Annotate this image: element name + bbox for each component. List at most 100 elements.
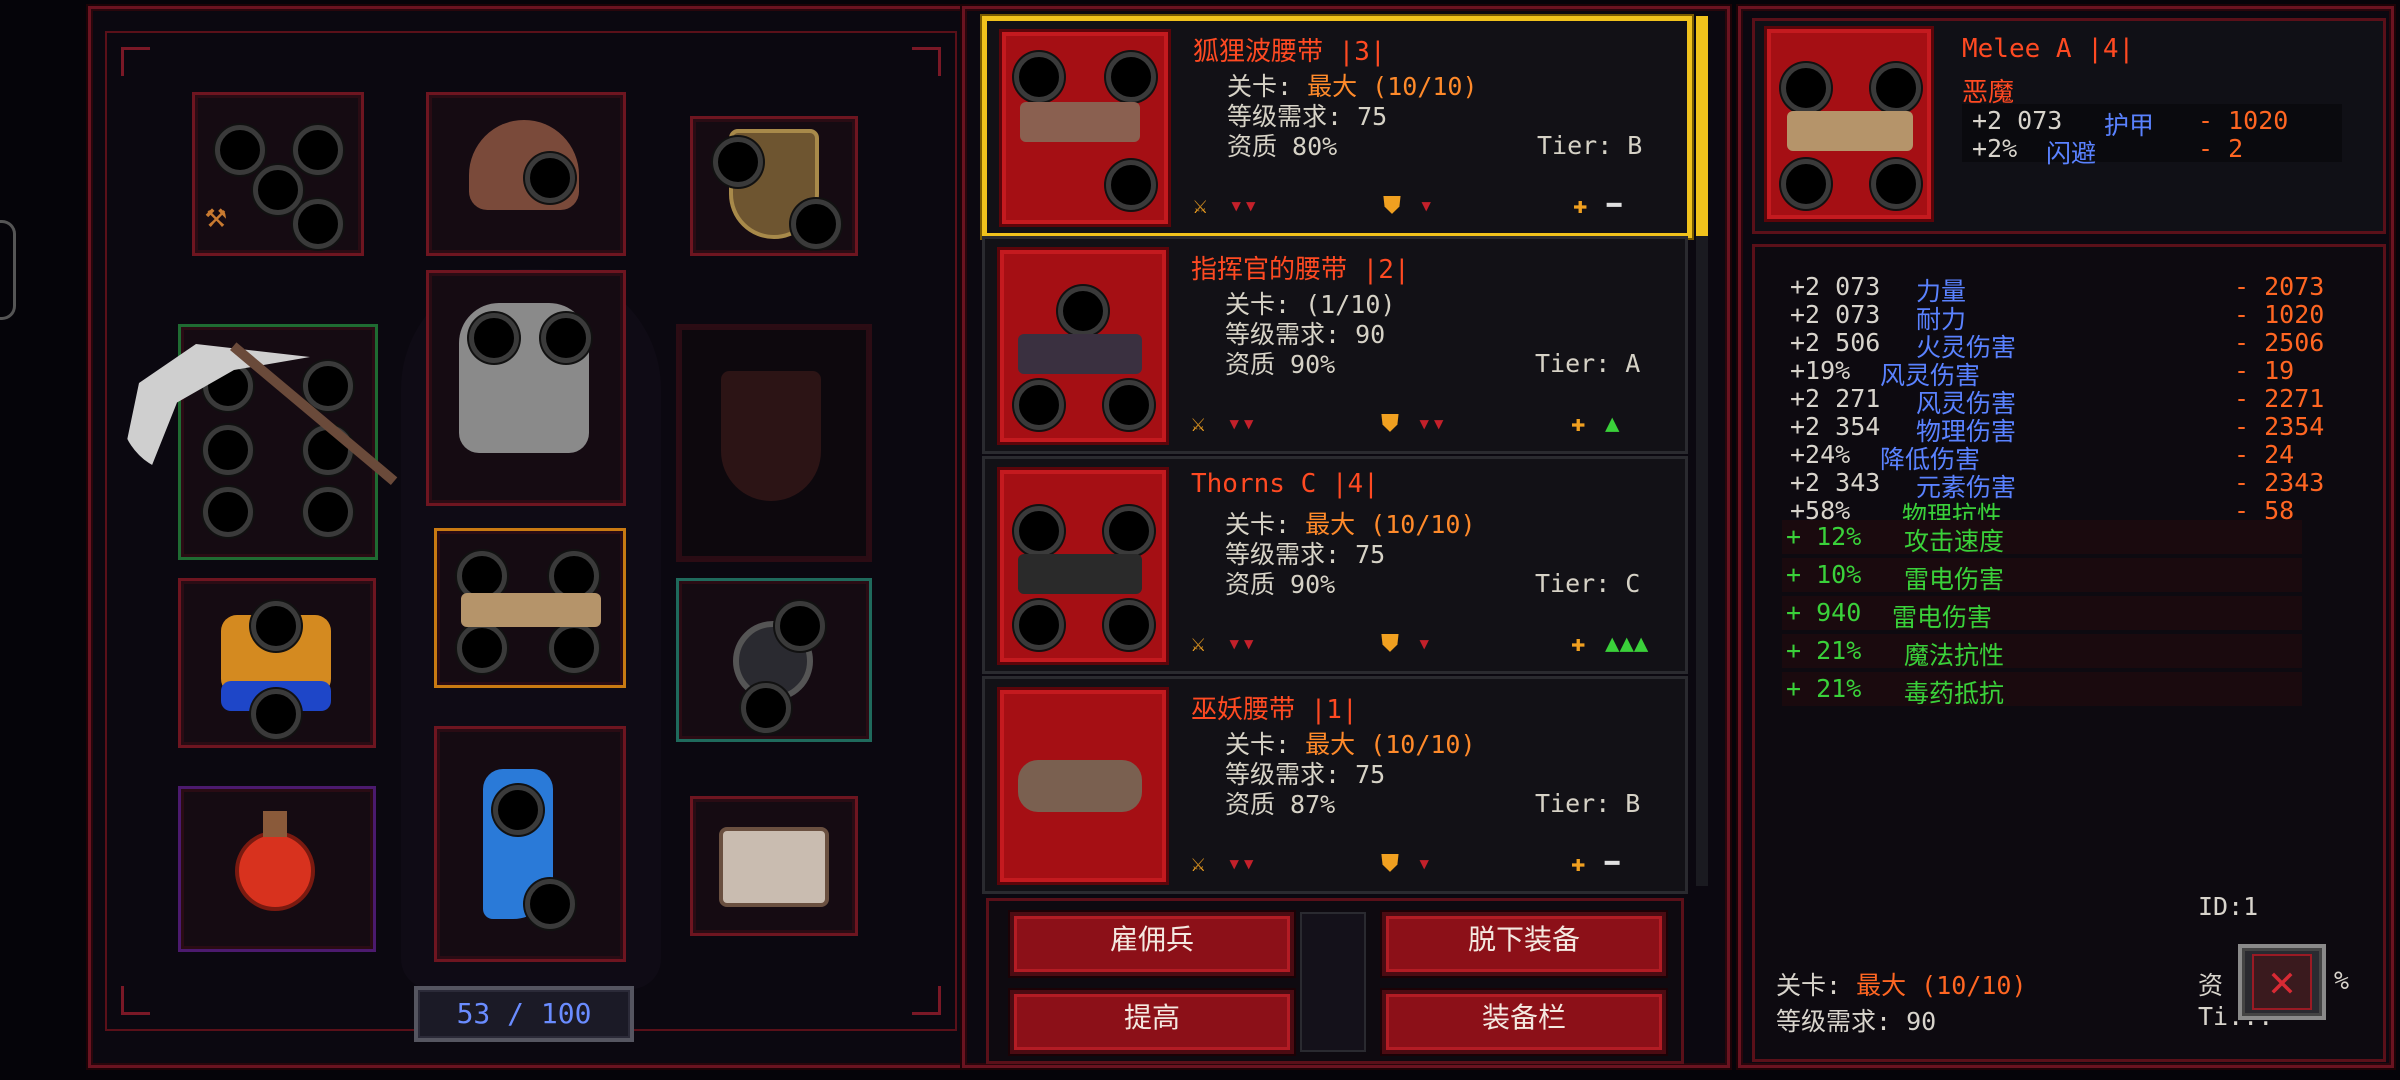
slot-amulet[interactable] (178, 578, 376, 748)
main-stat-label: 护甲 (2104, 111, 2155, 140)
stat-value: +2 343 (1790, 468, 1881, 497)
bonus-stat-label: 雷电伤害 (1904, 565, 2005, 594)
main-stat-label: 闪避 (2046, 139, 2097, 168)
stat-value: +2 354 (1790, 412, 1881, 441)
stat-diff: - 2354 (2234, 412, 2325, 441)
button-divider (1300, 912, 1366, 1052)
detail-item-banner (1764, 26, 1934, 222)
item-name: Thorns C |4| (1191, 469, 1379, 499)
equipment-bar-button[interactable]: 装备栏 (1382, 990, 1666, 1054)
upgrade-button[interactable]: 提高 (1010, 990, 1294, 1054)
main-stat-diff: - 2 (2198, 134, 2244, 163)
down-arrow-icon: ▾ (1417, 849, 1432, 877)
slot-chest[interactable] (690, 796, 858, 936)
stat-value: +2 073 (1790, 272, 1881, 301)
shield-small-icon: ⛊ (1381, 409, 1399, 437)
slot-gloves[interactable]: ⚒ (192, 92, 364, 256)
item-tier: Tier: C (1535, 569, 1641, 598)
detail-level: 关卡: 最大 (10/10) (1776, 971, 2027, 1000)
item-tier: Tier: A (1535, 349, 1641, 378)
bonus-stat-value: + 10% (1786, 560, 1862, 589)
slot-belt[interactable] (434, 528, 626, 688)
stat-value: +2 073 (1790, 300, 1881, 329)
down-arrow-icon: ▾▾ (1229, 191, 1258, 219)
chest-icon (719, 827, 829, 907)
bonus-stat-label: 雷电伤害 (1892, 603, 1993, 632)
belt-icon (1018, 760, 1142, 812)
bonus-stat-label: 攻击速度 (1904, 527, 2005, 556)
slot-offhand[interactable] (676, 324, 872, 562)
down-arrow-icon: ▾ (1419, 191, 1434, 219)
item-banner (997, 687, 1169, 885)
shield-small-icon: ⛊ (1381, 849, 1399, 877)
unequip-button[interactable]: 脱下装备 (1382, 912, 1666, 976)
item-card[interactable]: 巫妖腰带 |1| 关卡: 最大 (10/10) 等级需求: 75 资质 87% … (982, 676, 1688, 894)
item-card[interactable]: 指挥官的腰带 |2| 关卡: (1/10) 等级需求: 90 资质 90% Ti… (982, 236, 1688, 454)
stat-value: +2 271 (1790, 384, 1881, 413)
belt-icon (1020, 102, 1140, 142)
claw-icon: ⚒ (205, 195, 227, 236)
sword-icon: ⚔ (1191, 629, 1206, 657)
detail-level-req: 等级需求: 90 (1776, 1007, 1937, 1036)
scrollbar-thumb[interactable] (1696, 16, 1708, 236)
down-arrow-icon: ▾▾ (1227, 849, 1256, 877)
slot-shield[interactable] (690, 116, 858, 256)
up-arrow-icon: ▲▲▲ (1605, 629, 1649, 657)
side-handle[interactable] (0, 220, 16, 320)
bonus-stat-value: + 12% (1786, 522, 1862, 551)
item-banner (997, 247, 1169, 445)
bonus-stat-value: + 940 (1786, 598, 1862, 627)
bonus-stat-value: + 21% (1786, 636, 1862, 665)
plus-icon: ✚ (1571, 849, 1586, 877)
plus-icon: ✚ (1573, 191, 1588, 219)
detail-item-name: Melee A |4| (1962, 34, 2135, 64)
bonus-stat-value: + 21% (1786, 674, 1862, 703)
stat-diff: - 2073 (2234, 272, 2325, 301)
stat-diff: - 1020 (2234, 300, 2325, 329)
slot-helmet[interactable] (426, 92, 626, 256)
stat-diff: - 24 (2234, 440, 2295, 469)
item-quality: 资质 90% (1225, 570, 1336, 599)
item-tier: Tier: B (1537, 131, 1643, 160)
down-arrow-icon: ▾ (1417, 629, 1432, 657)
minus-icon: ━ (1607, 191, 1622, 219)
slot-boots[interactable] (434, 726, 626, 962)
item-name: 巫妖腰带 |1| (1191, 695, 1358, 725)
plus-icon: ✚ (1571, 629, 1586, 657)
stat-diff: - 2506 (2234, 328, 2325, 357)
down-arrow-icon: ▾▾ (1417, 409, 1446, 437)
down-arrow-icon: ▾▾ (1227, 409, 1256, 437)
stat-diff: - 19 (2234, 356, 2295, 385)
belt-icon (1787, 111, 1913, 151)
item-name: 狐狸波腰带 |3| (1193, 37, 1386, 67)
shield-small-icon: ⛊ (1383, 191, 1401, 219)
plus-icon: ✚ (1571, 409, 1586, 437)
bonus-stat-label: 毒药抵抗 (1904, 679, 2005, 708)
bonus-stat-label: 魔法抗性 (1904, 641, 2005, 670)
belt-icon (461, 593, 601, 627)
down-arrow-icon: ▾▾ (1227, 629, 1256, 657)
item-card[interactable]: 狐狸波腰带 |3| 关卡: 最大 (10/10) 等级需求: 75 资质 80%… (982, 16, 1692, 238)
inventory-counter: 53 / 100 (414, 986, 634, 1042)
slot-potion[interactable] (178, 786, 376, 952)
stat-value: +2 506 (1790, 328, 1881, 357)
item-name: 指挥官的腰带 |2| (1191, 255, 1410, 285)
slot-armor[interactable] (426, 270, 626, 506)
belt-icon (1018, 334, 1142, 374)
sword-icon: ⚔ (1193, 191, 1208, 219)
item-quality: 资质 80% (1227, 132, 1338, 161)
main-stat-value: +2 073 (1972, 106, 2063, 135)
slot-ring[interactable] (676, 578, 872, 742)
item-card[interactable]: Thorns C |4| 关卡: 最大 (10/10) 等级需求: 75 资质 … (982, 456, 1688, 674)
sword-icon: ⚔ (1191, 849, 1206, 877)
stat-value: +24% (1790, 440, 1851, 469)
detail-id: ID:1 (2198, 892, 2259, 921)
close-button[interactable]: ✕ (2238, 944, 2326, 1020)
potion-icon (235, 831, 315, 911)
item-quality: 资质 90% (1225, 350, 1336, 379)
stat-diff: - 2343 (2234, 468, 2325, 497)
item-tier: Tier: B (1535, 789, 1641, 818)
hire-mercenary-button[interactable]: 雇佣兵 (1010, 912, 1294, 976)
stat-value: +19% (1790, 356, 1851, 385)
item-banner (999, 29, 1171, 227)
